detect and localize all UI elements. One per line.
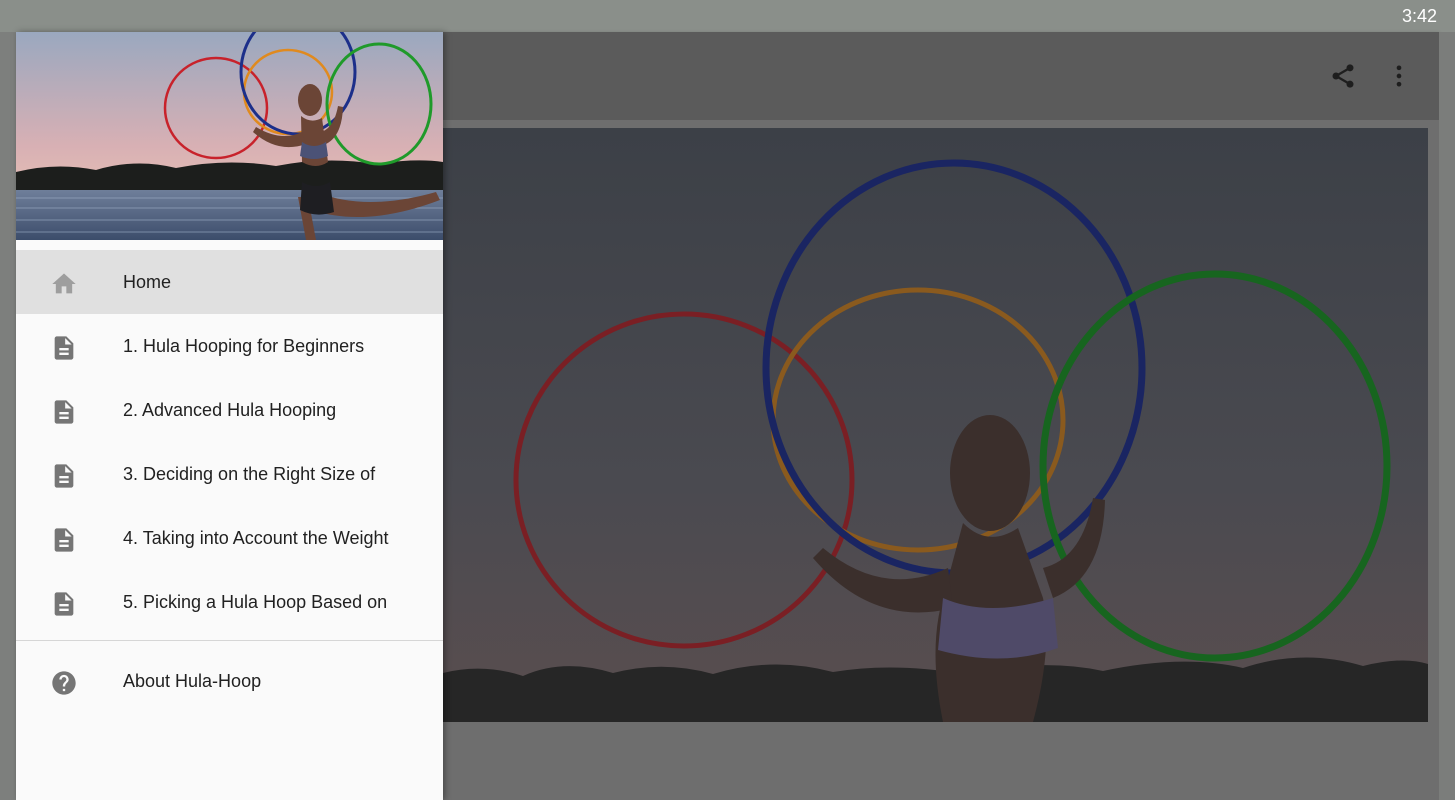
drawer-item-article-4[interactable]: 4. Taking into Account the Weight [16,506,443,570]
drawer-item-label: About Hula-Hoop [123,671,262,691]
drawer-item-article-3[interactable]: 3. Deciding on the Right Size of [16,442,443,506]
drawer-item-article-2[interactable]: 2. Advanced Hula Hooping [16,378,443,442]
drawer-item-article-1[interactable]: 1. Hula Hooping for Beginners [16,314,443,378]
drawer-item-label: 2. Advanced Hula Hooping [123,400,337,420]
drawer-item-label: 5. Picking a Hula Hoop Based on [123,592,388,612]
hero-image [443,128,1428,722]
home-icon [52,273,76,294]
document-icon [54,400,74,424]
document-icon [54,336,74,360]
share-button[interactable] [1327,60,1359,92]
screen-edge [1439,32,1455,800]
content-area [443,120,1439,800]
navigation-drawer: Home 1. Hula Hooping for Beginners 2. Ad… [16,32,443,800]
help-circle-icon [52,671,76,695]
document-icon [54,592,74,616]
more-vert-icon [1396,65,1402,87]
drawer-item-label: 3. Deciding on the Right Size of [123,464,376,484]
status-bar: 3:42 [0,0,1455,32]
document-icon [54,528,74,552]
more-options-button[interactable] [1383,60,1415,92]
drawer-item-label: 1. Hula Hooping for Beginners [123,336,365,356]
drawer-item-about[interactable]: About Hula-Hoop [16,649,443,713]
app-frame: 3:42 Home 1. Hula Hooping for Beginners … [0,0,1455,800]
share-icon [1332,64,1354,88]
app-bar [443,32,1439,120]
document-icon [54,464,74,488]
drawer-item-label: Home [123,272,172,292]
drawer-item-label: 4. Taking into Account the Weight [123,528,389,548]
drawer-menu: Home 1. Hula Hooping for Beginners 2. Ad… [16,250,443,713]
status-clock: 3:42 [1401,6,1437,26]
drawer-item-home[interactable]: Home [16,250,443,314]
drawer-item-article-5[interactable]: 5. Picking a Hula Hoop Based on [16,570,443,634]
drawer-header-image [16,32,443,240]
drawer-divider [16,640,443,641]
